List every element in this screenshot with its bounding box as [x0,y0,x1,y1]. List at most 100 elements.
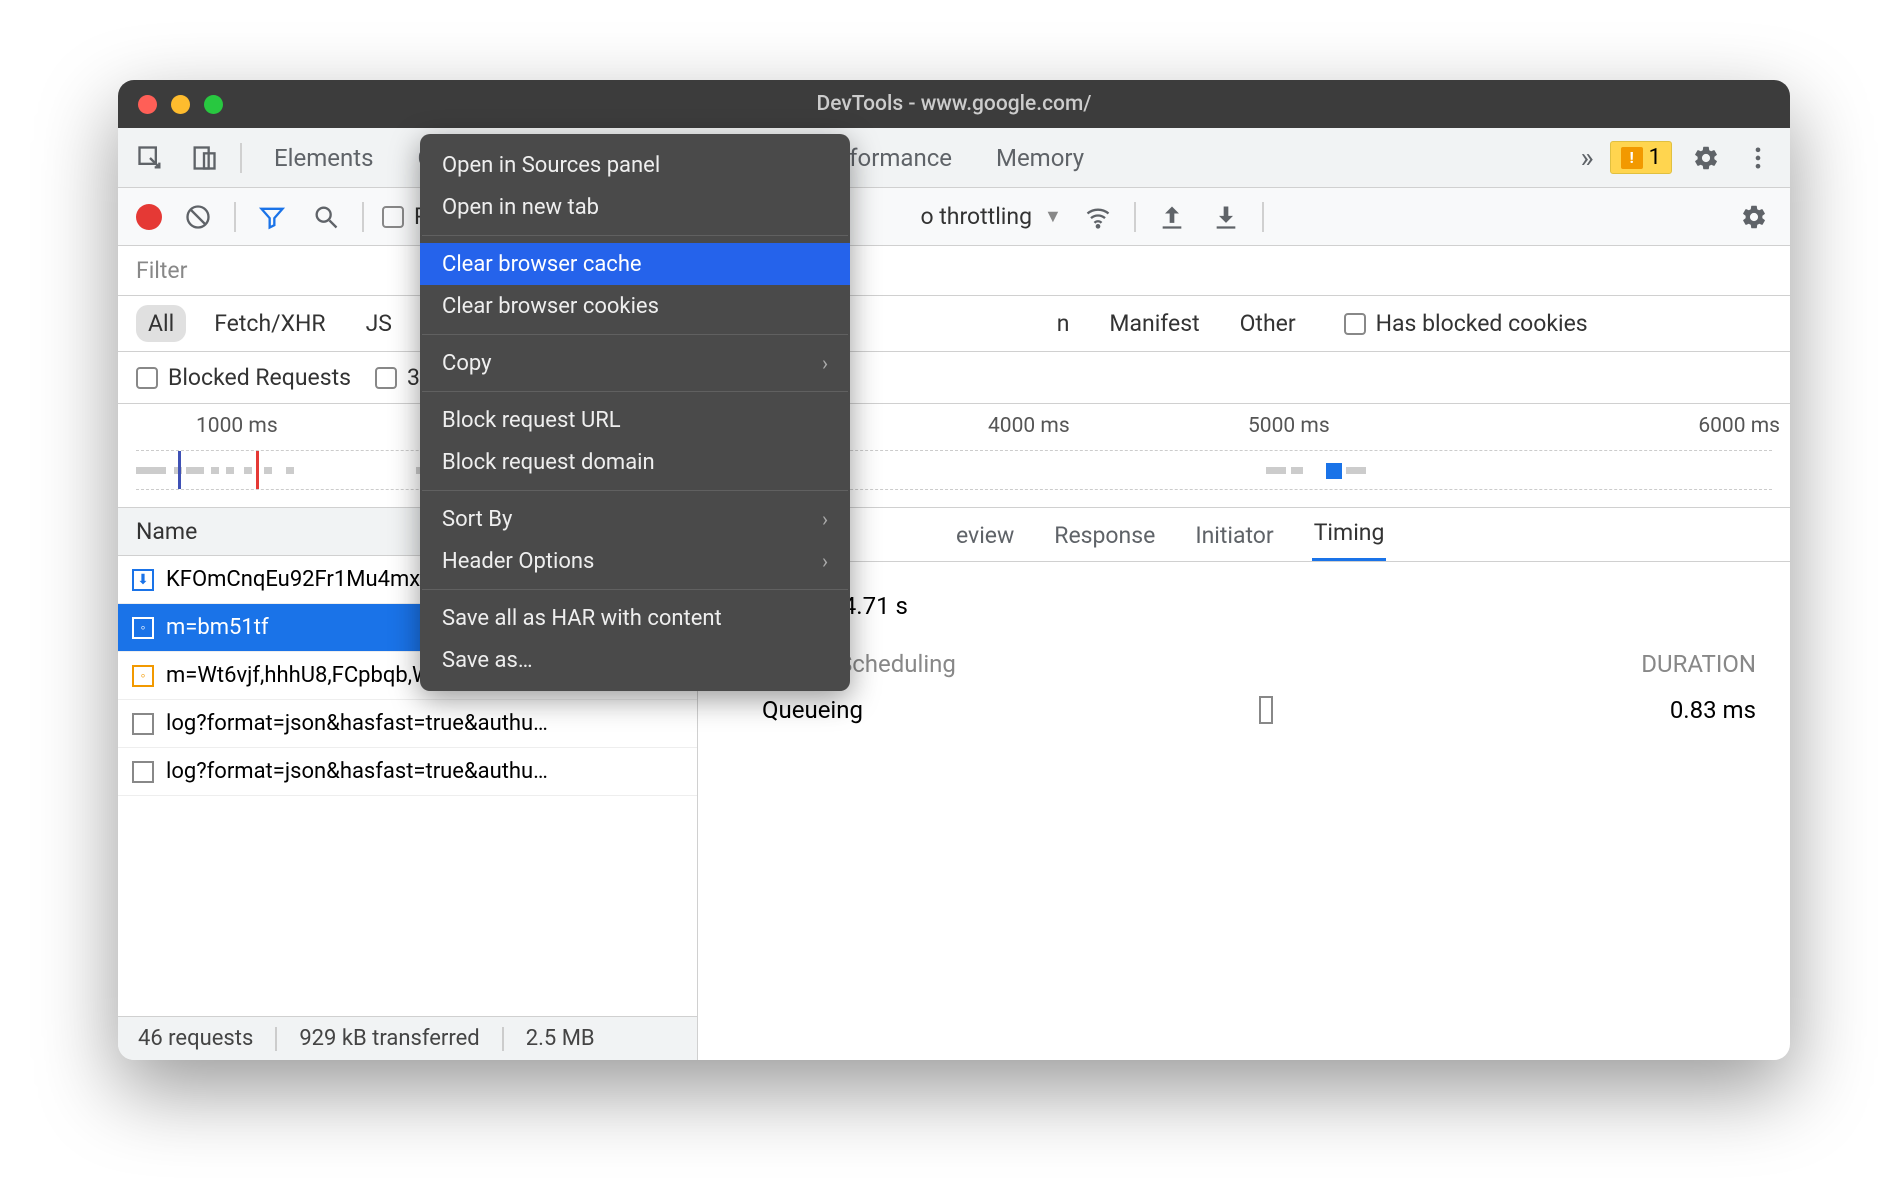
menu-separator [422,589,848,590]
menu-separator [422,391,848,392]
separator [502,1027,504,1051]
window-close-button[interactable] [138,95,157,114]
request-row[interactable]: log?format=json&hasfast=true&authu… [118,748,697,796]
blocked-requests-checkbox[interactable]: Blocked Requests [136,364,351,391]
filter-row: Filter [118,246,1790,296]
file-icon: ⬇ [132,569,154,591]
type-chip-other[interactable]: Other [1228,305,1308,342]
network-toolbar: Pre o throttling ▼ [118,188,1790,246]
type-chip-all[interactable]: All [136,305,186,342]
window-titlebar: DevTools - www.google.com/ [118,80,1790,128]
queueing-bar [1259,696,1273,724]
chevron-down-icon: ▼ [1044,206,1062,227]
request-name: m=bm51tf [166,615,269,640]
menu-header-options[interactable]: Header Options› [420,540,850,582]
tab-memory[interactable]: Memory [992,136,1088,180]
context-menu: Open in Sources panel Open in new tab Cl… [420,134,850,691]
chevron-right-icon: › [822,351,828,375]
detail-tab-initiator[interactable]: Initiator [1193,510,1275,561]
request-row[interactable]: log?format=json&hasfast=true&authu… [118,700,697,748]
type-chip-n[interactable]: n [1045,305,1082,342]
more-tabs-icon[interactable]: » [1581,141,1594,174]
issues-badge[interactable]: ! 1 [1610,141,1672,174]
type-filter-row: All Fetch/XHR JS CSS Im n Manifest Other… [118,296,1790,352]
status-size: 2.5 MB [526,1026,595,1051]
menu-save-har[interactable]: Save all as HAR with content [420,597,850,639]
upload-icon[interactable] [1154,199,1190,235]
devtools-window: DevTools - www.google.com/ Elements Cons… [118,80,1790,1060]
menu-open-new-tab[interactable]: Open in new tab [420,186,850,228]
clear-icon[interactable] [180,199,216,235]
traffic-lights [138,95,223,114]
search-icon[interactable] [308,199,344,235]
separator [234,202,236,232]
main-tabbar: Elements Console Sources Network Perform… [118,128,1790,188]
throttling-dropdown[interactable]: o throttling ▼ [920,203,1061,230]
content-area: Name ⬇ KFOmCnqEu92Fr1Mu4mxK ◦ m=bm51tf ◦… [118,508,1790,1060]
network-settings-icon[interactable] [1736,199,1772,235]
menu-sort-by[interactable]: Sort By› [420,498,850,540]
menu-clear-cache[interactable]: Clear browser cache [420,243,850,285]
detail-tab-response[interactable]: Response [1052,510,1157,561]
timing-started-label: Started at 4.71 s [732,592,1756,620]
has-blocked-cookies-label: Has blocked cookies [1376,310,1588,337]
menu-block-url[interactable]: Block request URL [420,399,850,441]
request-name: log?format=json&hasfast=true&authu… [166,711,548,736]
chevron-right-icon: › [822,549,828,573]
menu-clear-cookies[interactable]: Clear browser cookies [420,285,850,327]
chevron-right-icon: › [822,507,828,531]
separator [240,143,242,173]
settings-icon[interactable] [1688,140,1724,176]
menu-open-sources[interactable]: Open in Sources panel [420,144,850,186]
warning-icon: ! [1621,147,1643,169]
request-name: KFOmCnqEu92Fr1Mu4mxK [166,567,434,592]
timeline-tick: 5000 ms [1248,414,1330,438]
detail-tabs: eview Response Initiator Timing [698,508,1790,562]
menu-block-domain[interactable]: Block request domain [420,441,850,483]
kebab-menu-icon[interactable] [1740,140,1776,176]
filter-input[interactable]: Filter [136,257,187,284]
type-chip-manifest[interactable]: Manifest [1097,305,1211,342]
type-chip-fetch[interactable]: Fetch/XHR [202,305,337,342]
tab-elements[interactable]: Elements [270,136,377,180]
has-blocked-cookies-checkbox[interactable]: Has blocked cookies [1344,310,1588,337]
menu-save-as[interactable]: Save as… [420,639,850,681]
filter-icon[interactable] [254,199,290,235]
badge-count: 1 [1649,145,1661,170]
timeline-overview[interactable]: 1000 ms 4000 ms 5000 ms 6000 ms [118,404,1790,508]
queueing-value: 0.83 ms [1670,696,1756,724]
window-maximize-button[interactable] [204,95,223,114]
status-transferred: 929 kB transferred [299,1026,479,1051]
menu-separator [422,235,848,236]
queueing-label: Queueing [762,696,863,724]
inspect-icon[interactable] [132,140,168,176]
checkbox-icon [375,367,397,389]
file-icon [132,713,154,735]
checkbox-icon [382,206,404,228]
device-toggle-icon[interactable] [186,140,222,176]
file-icon [132,761,154,783]
timeline-tick: 1000 ms [196,414,278,438]
checkbox-icon [1344,313,1366,335]
blocked-row: Blocked Requests 3rd- [118,352,1790,404]
type-chip-js[interactable]: JS [354,305,404,342]
timeline-tick: 4000 ms [988,414,1070,438]
blocked-requests-label: Blocked Requests [168,364,351,391]
menu-copy[interactable]: Copy› [420,342,850,384]
detail-panel: eview Response Initiator Timing Started … [698,508,1790,1060]
request-name: log?format=json&hasfast=true&authu… [166,759,548,784]
status-requests: 46 requests [138,1026,253,1051]
separator [275,1027,277,1051]
timeline-tick: 6000 ms [1698,414,1780,438]
detail-tab-timing[interactable]: Timing [1312,508,1387,561]
download-icon[interactable] [1208,199,1244,235]
record-button[interactable] [136,204,162,230]
separator [1262,202,1264,232]
window-minimize-button[interactable] [171,95,190,114]
separator [1134,202,1136,232]
menu-separator [422,334,848,335]
detail-tab-preview[interactable]: eview [954,510,1016,561]
wifi-icon[interactable] [1080,199,1116,235]
status-bar: 46 requests 929 kB transferred 2.5 MB [118,1016,697,1060]
file-icon: ◦ [132,665,154,687]
